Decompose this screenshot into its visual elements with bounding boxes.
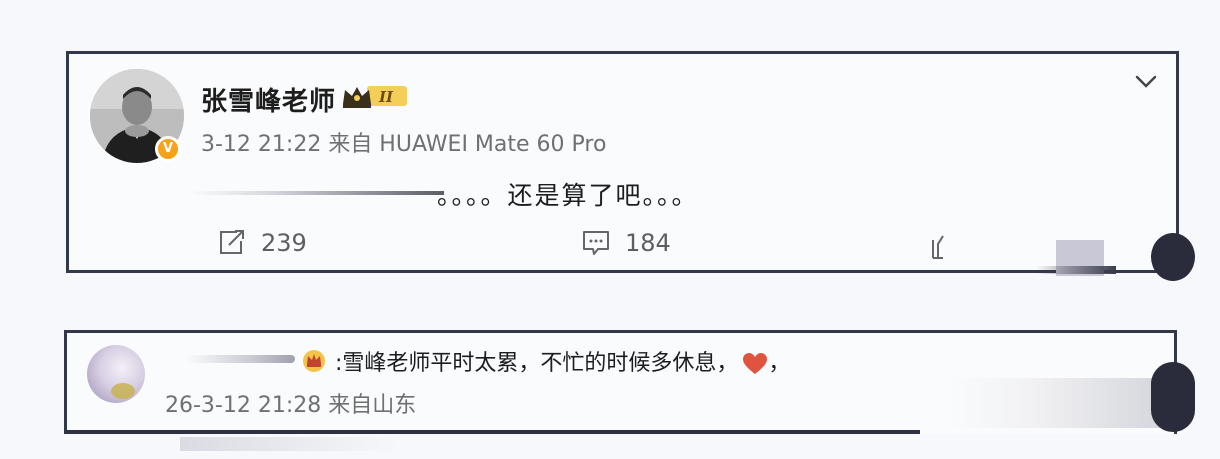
edge-blob-lower	[1151, 362, 1195, 432]
chevron-down-icon[interactable]	[1134, 74, 1158, 90]
like-icon	[932, 235, 944, 259]
post-content: 。。。。还是算了吧。。。	[437, 181, 699, 210]
share-count: 239	[261, 229, 307, 257]
comment-count: 184	[625, 229, 671, 257]
edge-shadow	[1036, 266, 1116, 274]
comment-button[interactable]: 184	[581, 227, 671, 259]
avatar-accent	[111, 383, 135, 399]
edge-blob	[1151, 233, 1195, 281]
crown-badge-icon	[303, 350, 325, 372]
verified-badge: V	[155, 136, 181, 162]
comment-icon	[583, 231, 609, 255]
blurred-text	[189, 191, 444, 195]
like-button[interactable]	[929, 230, 947, 262]
comment-body: :雪峰老师平时太累，不忙的时候多休息，	[335, 351, 739, 376]
blurred-next-comment	[180, 437, 400, 451]
comment-text: :雪峰老师平时太累，不忙的时候多休息， ，	[335, 345, 790, 377]
level-label: II	[378, 88, 394, 106]
comment-trailing: ，	[768, 351, 791, 376]
blurred-username	[187, 355, 295, 363]
weibo-post-card: V 张雪峰老师 II 3-12 21:22 来自 HUAWEI Mate 60 …	[66, 51, 1179, 273]
share-icon	[220, 230, 244, 254]
blurred-area	[950, 378, 1160, 428]
comment-meta: 26-3-12 21:28 来自山东	[165, 393, 417, 418]
heart-icon	[743, 353, 768, 374]
post-meta: 3-12 21:22 来自 HUAWEI Mate 60 Pro	[201, 132, 607, 157]
crown-level-icon: II	[341, 82, 409, 110]
author-name[interactable]: 张雪峰老师	[201, 81, 336, 118]
share-button[interactable]: 239	[217, 227, 307, 259]
divider-line	[64, 430, 920, 434]
